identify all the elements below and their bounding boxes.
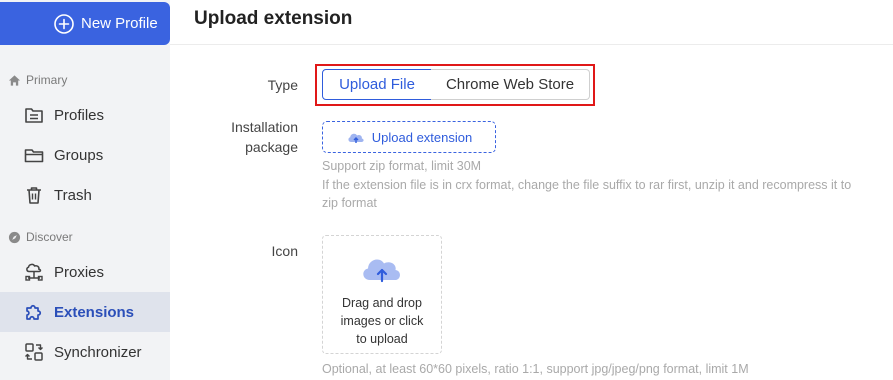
- cloud-upload-icon: [363, 259, 400, 283]
- sidebar-item-proxies[interactable]: Proxies: [0, 252, 170, 292]
- sidebar-item-label: Proxies: [54, 263, 105, 281]
- section-discover-label: Discover: [26, 230, 73, 244]
- sidebar-item-label: Trash: [54, 186, 92, 204]
- plus-circle-icon: [54, 14, 74, 34]
- icon-label: Icon: [271, 243, 298, 259]
- home-icon: [8, 74, 21, 86]
- package-hint-crx-cont: zip format: [322, 196, 377, 210]
- title-divider: [170, 44, 893, 45]
- profiles-icon: [25, 108, 43, 123]
- dropzone-text: Drag and drop images or click to upload: [340, 296, 424, 346]
- installation-package-label: Installation package: [170, 117, 298, 157]
- cloud-upload-icon: [348, 133, 364, 143]
- puzzle-icon: [26, 304, 42, 320]
- sidebar-item-profiles[interactable]: Profiles: [0, 95, 170, 135]
- icon-dropzone[interactable]: Drag and drop images or click to upload: [322, 235, 442, 354]
- main-panel: Upload extension Type Upload File Chrome…: [170, 0, 893, 380]
- type-option-upload-file[interactable]: Upload File: [322, 69, 432, 100]
- section-primary-label: Primary: [26, 73, 68, 87]
- synchronizer-icon: [25, 343, 43, 361]
- new-profile-button[interactable]: New Profile: [0, 2, 170, 45]
- sidebar-item-label: Synchronizer: [54, 343, 142, 361]
- trash-icon: [27, 187, 41, 204]
- proxies-icon: [25, 263, 43, 281]
- upload-extension-button[interactable]: Upload extension: [322, 121, 496, 153]
- icon-hint: Optional, at least 60*60 pixels, ratio 1…: [322, 362, 749, 376]
- folder-icon: [24, 149, 44, 163]
- sidebar: New Profile Primary Profiles Groups Tras…: [0, 0, 170, 380]
- page-title: Upload extension: [194, 8, 353, 29]
- sidebar-item-extensions[interactable]: Extensions: [0, 292, 170, 332]
- upload-extension-label: Upload extension: [371, 129, 473, 145]
- installation-package-label-line2: package: [245, 139, 298, 155]
- package-hint-size: Support zip format, limit 30M: [322, 159, 482, 173]
- compass-icon: [8, 231, 21, 243]
- sidebar-item-trash[interactable]: Trash: [0, 175, 170, 215]
- type-option-chrome-web-store[interactable]: Chrome Web Store: [431, 69, 590, 100]
- sidebar-item-label: Extensions: [54, 303, 135, 321]
- section-discover: Discover: [8, 230, 73, 244]
- installation-package-label-line1: Installation: [231, 119, 298, 135]
- sidebar-item-label: Groups: [54, 146, 104, 164]
- section-primary: Primary: [8, 73, 67, 87]
- new-profile-label: New Profile: [81, 15, 158, 32]
- sidebar-item-label: Profiles: [54, 106, 105, 124]
- package-hint-crx: If the extension file is in crx format, …: [322, 178, 852, 192]
- sidebar-item-groups[interactable]: Groups: [0, 135, 170, 175]
- type-label: Type: [267, 77, 298, 93]
- sidebar-item-synchronizer[interactable]: Synchronizer: [0, 332, 170, 372]
